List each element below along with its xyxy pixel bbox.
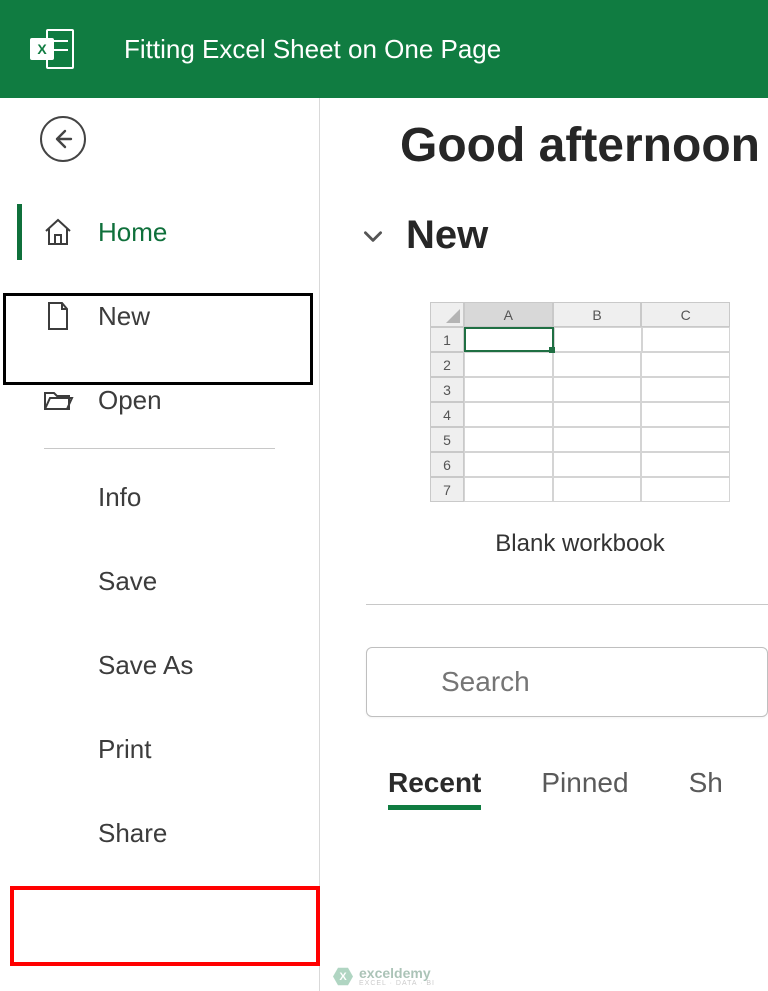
chevron-down-icon xyxy=(360,223,386,249)
template-blank-workbook[interactable]: A B C 1 2 3 4 5 6 7 Blank workbook xyxy=(430,302,730,558)
sidebar-item-label: Open xyxy=(98,385,162,416)
sidebar-item-label: Home xyxy=(98,217,167,248)
template-label: Blank workbook xyxy=(430,530,730,558)
sidebar-item-label: Save xyxy=(98,566,157,597)
back-button[interactable] xyxy=(40,116,86,162)
sidebar-divider xyxy=(44,448,275,449)
sidebar-item-new[interactable]: New xyxy=(0,276,319,356)
annotation-highlight-print xyxy=(10,886,320,966)
sidebar-item-label: Info xyxy=(98,482,141,513)
sidebar-item-label: Print xyxy=(98,734,151,765)
sidebar-item-print[interactable]: Print xyxy=(0,709,319,789)
search-box[interactable] xyxy=(366,647,768,717)
content-divider xyxy=(366,604,768,605)
tab-shared[interactable]: Sh xyxy=(689,767,723,810)
new-section-title: New xyxy=(406,213,488,258)
backstage-sidebar: Home New Open Info Save xyxy=(0,98,320,991)
sidebar-item-home[interactable]: Home xyxy=(0,192,319,272)
tab-pinned[interactable]: Pinned xyxy=(541,767,628,810)
greeting-heading: Good afternoon xyxy=(400,118,768,173)
sidebar-item-label: New xyxy=(98,301,150,332)
sidebar-item-info[interactable]: Info xyxy=(0,457,319,537)
recent-tabstrip: Recent Pinned Sh xyxy=(388,767,768,810)
sidebar-item-save-as[interactable]: Save As xyxy=(0,625,319,705)
tab-recent[interactable]: Recent xyxy=(388,767,481,810)
arrow-left-icon xyxy=(51,127,75,151)
excel-app-icon xyxy=(30,29,74,69)
main-area: Home New Open Info Save xyxy=(0,98,768,991)
backstage-content: Good afternoon New A B C 1 2 3 4 5 6 xyxy=(320,98,768,991)
sidebar-item-label: Share xyxy=(98,818,167,849)
file-new-icon xyxy=(42,300,74,332)
title-bar: Fitting Excel Sheet on One Page xyxy=(0,0,768,98)
folder-open-icon xyxy=(42,384,74,416)
sidebar-item-save[interactable]: Save xyxy=(0,541,319,621)
search-input[interactable] xyxy=(441,666,768,698)
backstage-nav: Home New Open Info Save xyxy=(0,192,319,873)
sidebar-item-label: Save As xyxy=(98,650,193,681)
template-thumbnail: A B C 1 2 3 4 5 6 7 xyxy=(430,302,730,502)
sidebar-item-share[interactable]: Share xyxy=(0,793,319,873)
window-title: Fitting Excel Sheet on One Page xyxy=(124,34,501,65)
new-section-header[interactable]: New xyxy=(360,213,768,258)
home-icon xyxy=(42,216,74,248)
sidebar-item-open[interactable]: Open xyxy=(0,360,319,440)
